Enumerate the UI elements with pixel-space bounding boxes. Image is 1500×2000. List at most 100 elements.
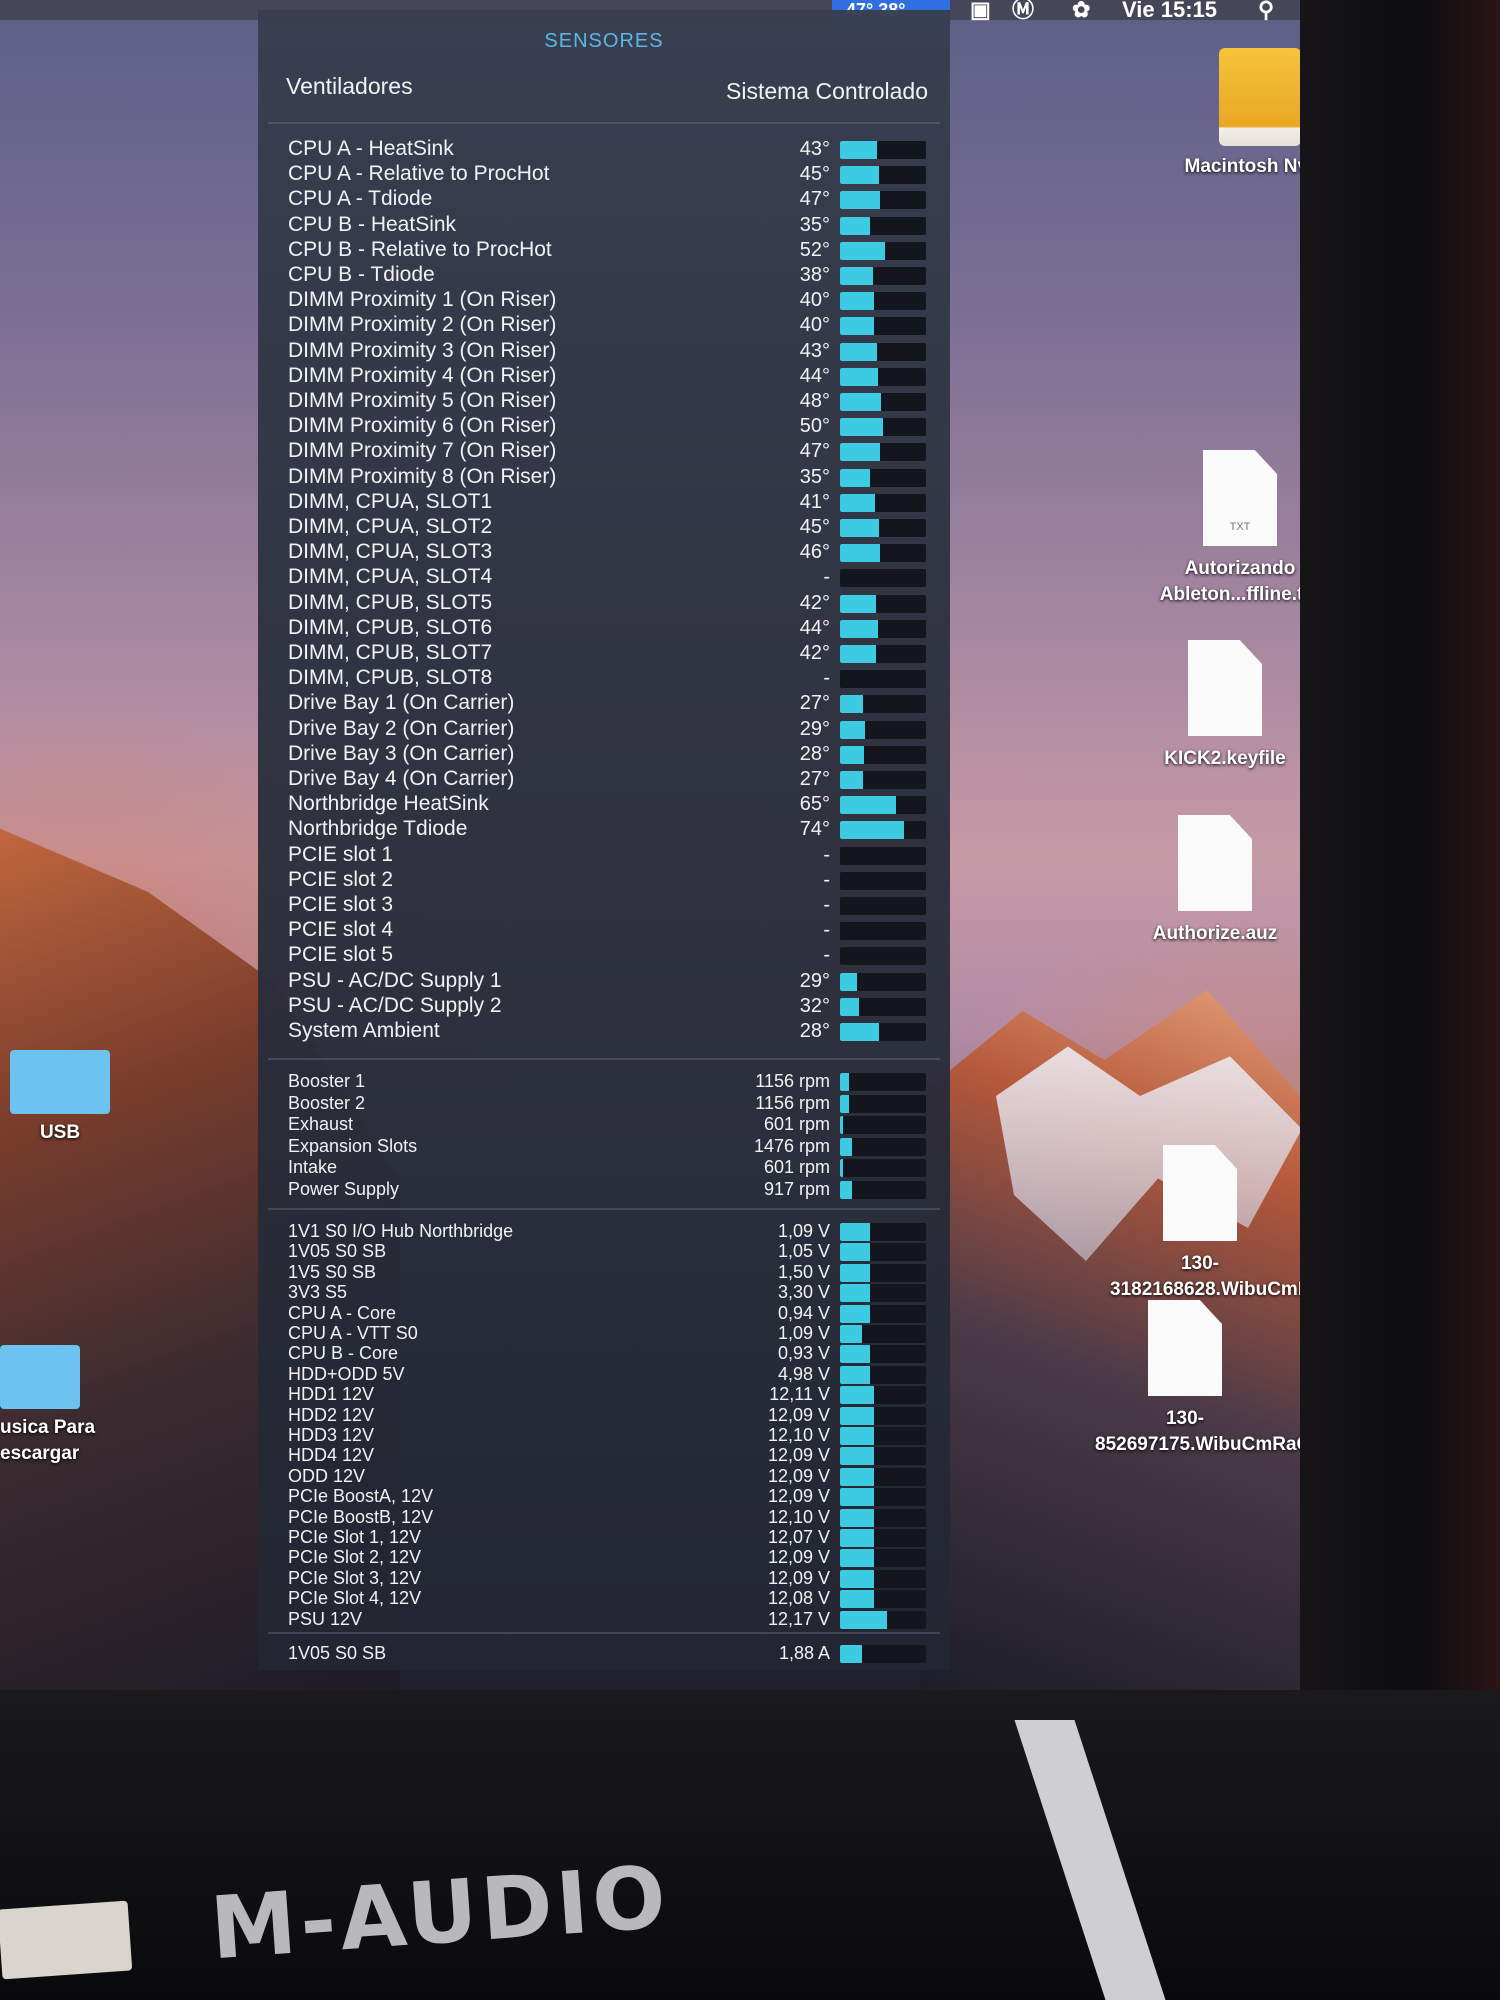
sensor-level-bar — [840, 720, 926, 739]
sensor-level-bar — [840, 241, 926, 260]
sensor-label: PSU - AC/DC Supply 1 — [288, 968, 502, 992]
m-icon[interactable]: Ⓜ — [1012, 0, 1034, 21]
sensor-label: Drive Bay 4 (On Carrier) — [288, 767, 515, 790]
sensor-label: Power Supply — [288, 1178, 400, 1199]
sensor-label: PCIe BoostB, 12V — [288, 1506, 434, 1527]
sensor-label: HDD+ODD 5V — [288, 1363, 405, 1384]
sensor-row: PCIe Slot 3, 12V 12,09 V — [258, 1567, 950, 1589]
sensor-level-bar — [840, 922, 926, 941]
sensor-level-fill — [840, 493, 876, 512]
sensor-row: CPU B - Core 0,93 V — [258, 1342, 950, 1364]
sensor-level-fill — [840, 1508, 875, 1527]
sensor-level-bar — [840, 796, 926, 815]
sensor-row: DIMM, CPUA, SLOT2 45° — [258, 516, 950, 538]
sensor-level-fill — [840, 821, 904, 840]
fan-icon[interactable]: ✿ — [1072, 0, 1090, 21]
sensor-value: 28° — [799, 742, 830, 765]
sensor-level-bar — [840, 317, 926, 336]
drive-icon — [1219, 48, 1301, 146]
sensor-row: PCIE slot 1 - — [258, 843, 950, 866]
sensor-level-fill — [840, 645, 877, 663]
sensor-row: 1V5 S0 SB 1,50 V — [258, 1261, 950, 1283]
sensor-row: Exhaust 601 rpm — [258, 1113, 950, 1135]
display-icon[interactable]: ▣ — [970, 0, 991, 21]
sensor-label: DIMM Proximity 3 (On Riser) — [288, 338, 557, 362]
sensor-level-fill — [840, 1569, 875, 1588]
sensor-row: DIMM, CPUB, SLOT8 - — [258, 667, 950, 689]
sensor-level-fill — [840, 216, 871, 235]
sensor-row: 1V05 S0 SB 1,88 A — [258, 1642, 950, 1664]
desktop-icon-music[interactable]: usica Para escargar — [0, 1345, 100, 1467]
desktop-icon-keyfile[interactable]: KICK2.keyfile — [1130, 640, 1320, 772]
sensor-level-fill — [840, 695, 864, 714]
panel-title[interactable]: SENSORES — [258, 30, 950, 53]
sensor-value: - — [823, 944, 830, 967]
sensor-level-bar — [840, 1284, 926, 1303]
desktop-icon-label: usica Para escargar — [0, 1417, 96, 1464]
sensor-value: 38° — [799, 264, 830, 286]
sensor-level-bar — [840, 972, 926, 991]
sensors-panel: SENSORES Ventiladores Sistema Controlado… — [258, 10, 950, 1670]
sensor-value: - — [823, 843, 830, 866]
sensor-level-bar — [840, 1325, 926, 1343]
sensor-label: 1V1 S0 I/O Hub Northbridge — [288, 1221, 514, 1241]
sensor-label: PCIE slot 5 — [288, 943, 394, 967]
sensor-level-bar — [840, 1116, 926, 1134]
sensor-value: 35° — [799, 465, 830, 488]
desktop-icon-wibu-1[interactable]: 130-3182168628.WibuCmRaC — [1110, 1145, 1330, 1303]
sensor-value: 45° — [799, 163, 830, 186]
sensor-level-fill — [840, 1073, 849, 1091]
sensor-level-fill — [840, 267, 873, 285]
sensor-row: CPU A - VTT S0 1,09 V — [258, 1322, 950, 1344]
sensor-row: Power Supply 917 rpm — [258, 1178, 950, 1200]
sensor-level-bar — [840, 1447, 926, 1466]
sensor-value: 12,08 V — [767, 1588, 830, 1609]
desktop-icon-wibu-2[interactable]: 130-852697175.WibuCmRaC — [1095, 1300, 1310, 1458]
sensor-label: PCIE slot 3 — [288, 893, 394, 916]
sensor-label: DIMM, CPUA, SLOT3 — [288, 540, 493, 564]
document-icon — [1163, 1145, 1237, 1241]
desktop-icon-auz[interactable]: Authorize.auz — [1120, 815, 1310, 947]
sensor-level-bar — [840, 342, 926, 361]
sensor-row: CPU B - Tdiode 38° — [258, 264, 950, 286]
control-mode-header[interactable]: Sistema Controlado — [726, 78, 928, 105]
sensor-label: PCIe BoostA, 12V — [288, 1486, 434, 1507]
sensor-value: - — [823, 566, 830, 589]
sensor-row: Drive Bay 1 (On Carrier) 27° — [258, 692, 950, 714]
fans-header[interactable]: Ventiladores — [286, 73, 413, 100]
sensor-row: PCIe Slot 2, 12V 12,09 V — [258, 1546, 950, 1568]
sensor-level-bar — [840, 645, 926, 663]
sensor-level-fill — [840, 1180, 853, 1199]
sensor-level-bar — [840, 216, 926, 235]
sensor-row: HDD3 12V 12,10 V — [258, 1424, 950, 1446]
sensor-level-fill — [840, 997, 859, 1016]
sensor-row: ODD 12V 12,09 V — [258, 1465, 950, 1487]
sensor-value: 601 rpm — [763, 1114, 830, 1134]
sensor-label: DIMM, CPUA, SLOT2 — [288, 515, 493, 538]
sensor-row: DIMM Proximity 1 (On Riser) 40° — [258, 289, 950, 311]
sensor-label: Northbridge Tdiode — [288, 817, 468, 841]
sensor-label: DIMM, CPUB, SLOT5 — [288, 590, 493, 614]
sensor-level-fill — [840, 796, 896, 815]
sensor-row: DIMM Proximity 8 (On Riser) 35° — [258, 465, 950, 488]
desktop-icon-usb[interactable]: USB — [0, 1050, 120, 1146]
sensor-level-fill — [840, 1427, 875, 1445]
search-icon[interactable]: ⚲ — [1258, 0, 1274, 21]
sensor-label: DIMM Proximity 6 (On Riser) — [288, 414, 557, 438]
menu-clock[interactable]: Vie 15:15 — [1122, 0, 1217, 21]
sensor-level-bar — [840, 166, 926, 185]
sensor-label: Drive Bay 2 (On Carrier) — [288, 716, 515, 740]
sensor-level-fill — [840, 1243, 871, 1262]
document-icon — [1178, 815, 1252, 911]
sensor-level-bar — [840, 745, 926, 764]
sensor-value: 47° — [799, 188, 830, 211]
sensor-level-fill — [840, 367, 878, 386]
sensor-row: PCIE slot 3 - — [258, 894, 950, 916]
sensor-label: Booster 1 — [288, 1071, 366, 1091]
sensor-label: HDD4 12V — [288, 1445, 375, 1466]
sensor-level-bar — [840, 468, 926, 487]
sensor-value: 0,94 V — [777, 1302, 830, 1323]
sensor-label: 1V05 S0 SB — [288, 1241, 387, 1262]
sensor-level-fill — [840, 544, 880, 563]
sensor-row: DIMM Proximity 4 (On Riser) 44° — [258, 364, 950, 387]
